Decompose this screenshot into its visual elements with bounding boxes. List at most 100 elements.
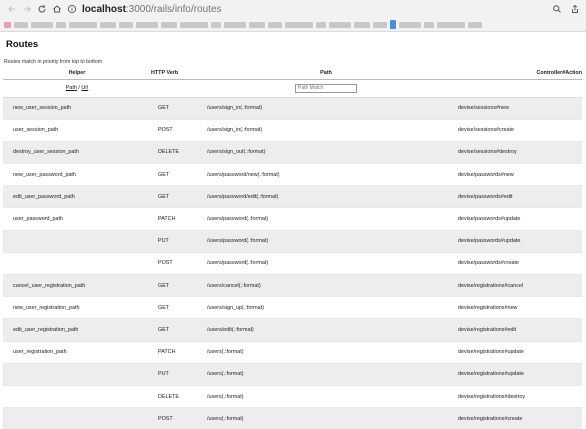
route-path: /users/cancel(.:format) — [201, 274, 451, 298]
forward-icon[interactable] — [19, 2, 34, 17]
search-icon[interactable] — [549, 2, 564, 17]
table-row: destroy_user_session_path DELETE/users/si… — [3, 141, 582, 165]
route-path: /users/sign_in(.:format) — [201, 119, 451, 142]
header-path: Path — [201, 68, 451, 80]
bookmark-item[interactable] — [424, 21, 434, 28]
bookmark-item[interactable] — [161, 21, 177, 28]
bookmark-item[interactable] — [437, 21, 465, 28]
info-icon[interactable] — [64, 2, 79, 17]
route-path: /users/sign_out(.:format) — [201, 141, 451, 165]
helper-toggle: Path / Url — [3, 79, 151, 98]
routes-body: new_user_session_path GET/users/sign_in(.… — [3, 97, 582, 429]
route-verb: DELETE — [151, 141, 201, 165]
route-controller-action: devise/sessions#destroy — [451, 141, 582, 165]
route-controller-action: devise/registrations#update — [451, 363, 582, 386]
route-verb: GET — [151, 296, 201, 320]
url-link[interactable]: Url — [81, 85, 88, 91]
bookmarks-bar — [0, 18, 586, 32]
table-row: PUT/users/password(.:format) devise/passw… — [3, 230, 582, 253]
table-header-row: Helper HTTP Verb Path Controller#Action — [3, 68, 582, 80]
table-row: user_password_path PATCH/users/password(.… — [3, 207, 582, 231]
bookmark-item[interactable] — [211, 21, 221, 28]
bookmark-item[interactable] — [119, 21, 133, 28]
browser-toolbar: localhost:3000/rails/info/routes — [0, 0, 586, 18]
bookmark-item[interactable] — [329, 21, 351, 28]
route-verb: DELETE — [151, 385, 201, 409]
route-path: /users/password/new(.:format) — [201, 163, 451, 187]
route-controller-action: devise/registrations#update — [451, 341, 582, 364]
route-verb: PATCH — [151, 341, 201, 364]
address-bar[interactable]: localhost:3000/rails/info/routes — [82, 4, 222, 15]
page-content: Routes Routes match in priority from top… — [0, 32, 586, 429]
url-path: :3000/rails/info/routes — [125, 3, 222, 15]
table-row: POST/users(.:format) devise/registrations… — [3, 407, 582, 429]
table-row: edit_user_password_path GET/users/passwor… — [3, 185, 582, 209]
home-icon[interactable] — [49, 2, 64, 17]
route-path: /users/sign_up(.:format) — [201, 296, 451, 320]
url-host: localhost — [82, 3, 126, 15]
bookmark-item[interactable] — [180, 21, 208, 28]
route-controller-action: devise/sessions#create — [451, 119, 582, 142]
bookmark-item[interactable] — [390, 20, 396, 29]
bookmark-item[interactable] — [268, 21, 282, 28]
route-path: /users/sign_in(.:format) — [201, 97, 451, 120]
bookmark-item[interactable] — [373, 21, 387, 28]
route-helper: new_user_password_path — [3, 163, 151, 187]
bookmark-item[interactable] — [399, 21, 421, 28]
bookmark-item[interactable] — [468, 21, 482, 28]
table-row: new_user_password_path GET/users/password… — [3, 163, 582, 187]
route-verb: PUT — [151, 230, 201, 253]
route-controller-action: devise/sessions#new — [451, 97, 582, 120]
route-helper: edit_user_registration_path — [3, 318, 151, 342]
route-verb: GET — [151, 97, 201, 120]
path-filter-cell — [201, 79, 451, 98]
table-row: new_user_session_path GET/users/sign_in(.… — [3, 97, 582, 120]
bookmark-item[interactable] — [316, 21, 326, 28]
back-icon[interactable] — [4, 2, 19, 17]
route-controller-action: devise/passwords#edit — [451, 185, 582, 209]
bookmark-item[interactable] — [69, 21, 97, 28]
reload-icon[interactable] — [34, 2, 49, 17]
route-helper — [3, 230, 151, 253]
bookmark-item[interactable] — [56, 21, 66, 28]
route-helper: new_user_registration_path — [3, 296, 151, 320]
route-helper: destroy_user_session_path — [3, 141, 151, 165]
bookmark-item[interactable] — [354, 21, 370, 28]
routes-table: Helper HTTP Verb Path Controller#Action … — [3, 68, 582, 429]
path-link[interactable]: Path — [66, 85, 77, 91]
header-http-verb: HTTP Verb — [151, 68, 201, 80]
route-controller-action: devise/registrations#cancel — [451, 274, 582, 298]
route-verb: POST — [151, 407, 201, 429]
path-match-input[interactable] — [295, 83, 357, 93]
bookmark-item[interactable] — [100, 21, 116, 28]
table-row: new_user_registration_path GET/users/sign… — [3, 296, 582, 320]
route-verb: GET — [151, 318, 201, 342]
filter-row: Path / Url — [3, 79, 582, 98]
table-row: user_registration_path PATCH/users(.:form… — [3, 341, 582, 364]
route-verb: PUT — [151, 363, 201, 386]
table-row: cancel_user_registration_path GET/users/c… — [3, 274, 582, 298]
bookmark-item[interactable] — [285, 21, 313, 28]
table-row: edit_user_registration_path GET/users/edi… — [3, 318, 582, 342]
table-row: PUT/users(.:format) devise/registrations#… — [3, 363, 582, 386]
route-controller-action: devise/registrations#create — [451, 407, 582, 429]
share-icon[interactable] — [567, 2, 582, 17]
route-helper: edit_user_password_path — [3, 185, 151, 209]
bookmark-item[interactable] — [31, 21, 53, 28]
route-verb: GET — [151, 274, 201, 298]
bookmark-item[interactable] — [249, 21, 265, 28]
route-path: /users/edit(.:format) — [201, 318, 451, 342]
route-path: /users/password(.:format) — [201, 230, 451, 253]
route-path: /users/password(.:format) — [201, 252, 451, 276]
bookmark-item[interactable] — [224, 21, 246, 28]
route-controller-action: devise/passwords#update — [451, 230, 582, 253]
route-helper: user_registration_path — [3, 341, 151, 364]
page-title: Routes — [6, 39, 39, 50]
filter-spacer — [451, 79, 582, 98]
route-helper: new_user_session_path — [3, 97, 151, 120]
bookmark-item[interactable] — [136, 21, 158, 28]
bookmark-item[interactable] — [4, 21, 11, 28]
route-helper: user_password_path — [3, 207, 151, 231]
route-verb: PATCH — [151, 207, 201, 231]
bookmark-item[interactable] — [14, 21, 28, 28]
